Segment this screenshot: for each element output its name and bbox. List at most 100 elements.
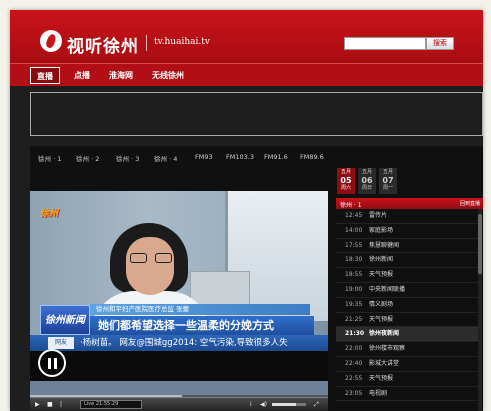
site-header: 视听徐州 tv.huaihai.tv 搜索: [10, 10, 483, 63]
channel-tabs: 徐州 · 1 徐州 · 2 徐州 · 3 徐州 · 4 FM93 FM103.3…: [30, 146, 483, 166]
date-month: 五月: [382, 169, 393, 175]
play-icon[interactable]: ▶: [35, 401, 40, 408]
speaker-icon[interactable]: ◀): [260, 401, 267, 408]
tab-channel-xuzhou-3[interactable]: 徐州 · 3: [116, 153, 139, 163]
volume-slider-fill: [272, 403, 296, 406]
schedule-item-name: 天气预报: [369, 271, 394, 279]
date-tab-05[interactable]: 五月 05 周六: [337, 168, 355, 194]
tab-channel-fm89-6[interactable]: FM89.6: [300, 153, 324, 161]
date-tab-07[interactable]: 五月 07 周一: [379, 168, 397, 194]
back-to-live-link[interactable]: 回到直播: [460, 200, 480, 207]
logo-icon[interactable]: [40, 30, 62, 52]
logo-divider: [146, 35, 147, 51]
schedule-item-time: 22:55: [345, 374, 363, 382]
volume-slider[interactable]: [272, 403, 306, 406]
tab-channel-fm91-6[interactable]: FM91.6: [264, 153, 288, 161]
schedule-item[interactable]: 23:05 电视剧: [336, 387, 478, 402]
schedule-item-name: 徐州楼市观察: [369, 345, 406, 353]
schedule-item[interactable]: 17:55 焦慧聊健闻: [336, 239, 478, 254]
schedule-item-name: 雷传片: [369, 212, 388, 219]
schedule-item-time: 23:05: [345, 389, 363, 397]
schedule-list: 12:45 雷传片 14:00 家庭影场 17:55 焦慧聊健闻 18:30 徐州新闻 18:5…: [336, 209, 478, 411]
live-label: Live: [84, 401, 95, 407]
schedule-item[interactable]: 18:30 徐州新闻: [336, 253, 478, 269]
schedule-item-time: 18:55: [345, 271, 363, 279]
tab-channel-fm93[interactable]: FM93: [195, 153, 213, 161]
schedule-item[interactable]: 21:25 天气预报: [336, 313, 478, 328]
schedule-item-time: 22:40: [345, 359, 363, 367]
schedule-item[interactable]: 19:00 中央新闻联播: [336, 283, 478, 298]
video-caption: 她们都希望选择一些温柔的分娩方式: [90, 316, 314, 335]
video-person-glasses: [130, 253, 172, 263]
schedule-item-name: 电视剧: [369, 389, 388, 397]
page-frame: 视听徐州 tv.huaihai.tv 搜索 直播 点播 淮海网 无线徐州 徐州 …: [10, 10, 483, 411]
search-input[interactable]: [344, 37, 426, 50]
schedule-header: 徐州 · 1 回到直播: [336, 198, 483, 209]
schedule-item-time: 14:00: [345, 226, 363, 234]
live-channel-panel: 徐州 · 1 徐州 · 2 徐州 · 3 徐州 · 4 FM93 FM103.3…: [30, 146, 483, 411]
schedule-item[interactable]: 22:00 徐州楼市观察: [336, 342, 478, 357]
video-letterbox: [30, 351, 328, 381]
info-icon[interactable]: ⅰ: [250, 401, 252, 408]
tab-channel-xuzhou-1[interactable]: 徐州 · 1: [38, 153, 61, 163]
video-player[interactable]: 徐州 徐州和平妇产医院医疗总监 张蕾 她们都希望选择一些温柔的分娩方式 徐州新闻…: [30, 191, 328, 398]
seek-bar[interactable]: [30, 395, 328, 397]
date-month: 五月: [361, 169, 372, 175]
show-logo: 徐州新闻: [40, 305, 90, 335]
date-day: 05: [340, 176, 352, 185]
schedule-item-time: 12:45: [345, 212, 363, 219]
volume-divider: |: [60, 401, 63, 408]
date-weekday: 周六: [340, 185, 351, 191]
date-weekday: 周日: [361, 185, 372, 191]
tab-channel-xuzhou-2[interactable]: 徐州 · 2: [76, 153, 99, 163]
nav-item-live[interactable]: 直播: [30, 67, 60, 84]
schedule-channel-name: 徐州 · 1: [340, 202, 362, 209]
speaker-name-tag: 徐州和平妇产医院医疗总监 张蕾: [90, 304, 310, 315]
schedule-item-name: 徐州新闻: [369, 256, 394, 264]
main-nav: 直播 点播 淮海网 无线徐州: [10, 63, 483, 86]
news-ticker: 网友 ·杨树苗。 网友@围城gg2014: 空气污染,导致很多人失: [30, 335, 328, 351]
ticker-label: 网友: [48, 337, 74, 349]
site-url: tv.huaihai.tv: [154, 37, 210, 47]
date-day: 06: [361, 176, 373, 185]
schedule-item-name: 徐州夜新闻: [369, 330, 400, 338]
schedule-item-time: 19:00: [345, 285, 363, 293]
ad-banner[interactable]: [30, 92, 483, 136]
schedule-item-time: 19:35: [345, 300, 363, 308]
schedule-item[interactable]: 19:35 情义剧场: [336, 298, 478, 313]
search-button[interactable]: 搜索: [426, 37, 454, 50]
live-time-display: Live 21:55:29: [80, 400, 142, 409]
schedule-scrollbar[interactable]: [478, 209, 482, 411]
tab-channel-xuzhou-4[interactable]: 徐州 · 4: [154, 153, 177, 163]
schedule-item-name: 焦慧聊健闻: [369, 241, 400, 249]
schedule-item-name: 影城大讲堂: [369, 359, 400, 367]
schedule-item-name: 天气预报: [369, 315, 394, 323]
pause-overlay-button[interactable]: [38, 349, 66, 377]
nav-item-wireless-xuzhou[interactable]: 无线徐州: [148, 67, 188, 84]
date-month: 五月: [340, 169, 351, 175]
schedule-item[interactable]: 18:55 天气预报: [336, 268, 478, 283]
player-controls: ▶ ■ | Live 21:55:29 ⅰ ◀) ⤢: [30, 395, 328, 411]
schedule-item[interactable]: 22:40 影城大讲堂: [336, 357, 478, 372]
schedule-scrollbar-thumb[interactable]: [478, 214, 482, 274]
date-weekday: 周一: [382, 185, 393, 191]
fullscreen-icon[interactable]: ⤢: [314, 401, 319, 408]
live-time: 21:55:29: [95, 401, 119, 407]
schedule-item-name: 天气预报: [369, 374, 394, 382]
nav-item-huaihai[interactable]: 淮海网: [106, 67, 136, 84]
schedule-item[interactable]: 12:45 雷传片: [336, 209, 478, 224]
date-tab-06[interactable]: 五月 06 周日: [358, 168, 376, 194]
site-logo-text[interactable]: 视听徐州: [67, 32, 139, 57]
video-person-face: [126, 237, 174, 295]
schedule-item[interactable]: 14:00 家庭影场: [336, 224, 478, 239]
schedule-item[interactable]: 22:55 天气预报: [336, 372, 478, 387]
schedule-item-name: 中央新闻联播: [369, 285, 406, 293]
schedule-date-tabs: 五月 05 周六 五月 06 周日 五月 07 周一: [337, 168, 483, 194]
nav-item-vod[interactable]: 点播: [70, 67, 94, 84]
schedule-item-time: 17:55: [345, 241, 363, 249]
schedule-item[interactable]: 21:30 徐州夜新闻: [336, 327, 478, 343]
date-day: 07: [382, 176, 394, 185]
tab-channel-fm103-3[interactable]: FM103.3: [226, 153, 254, 161]
stop-icon[interactable]: ■: [47, 401, 53, 408]
seek-bar-fill: [30, 395, 182, 397]
